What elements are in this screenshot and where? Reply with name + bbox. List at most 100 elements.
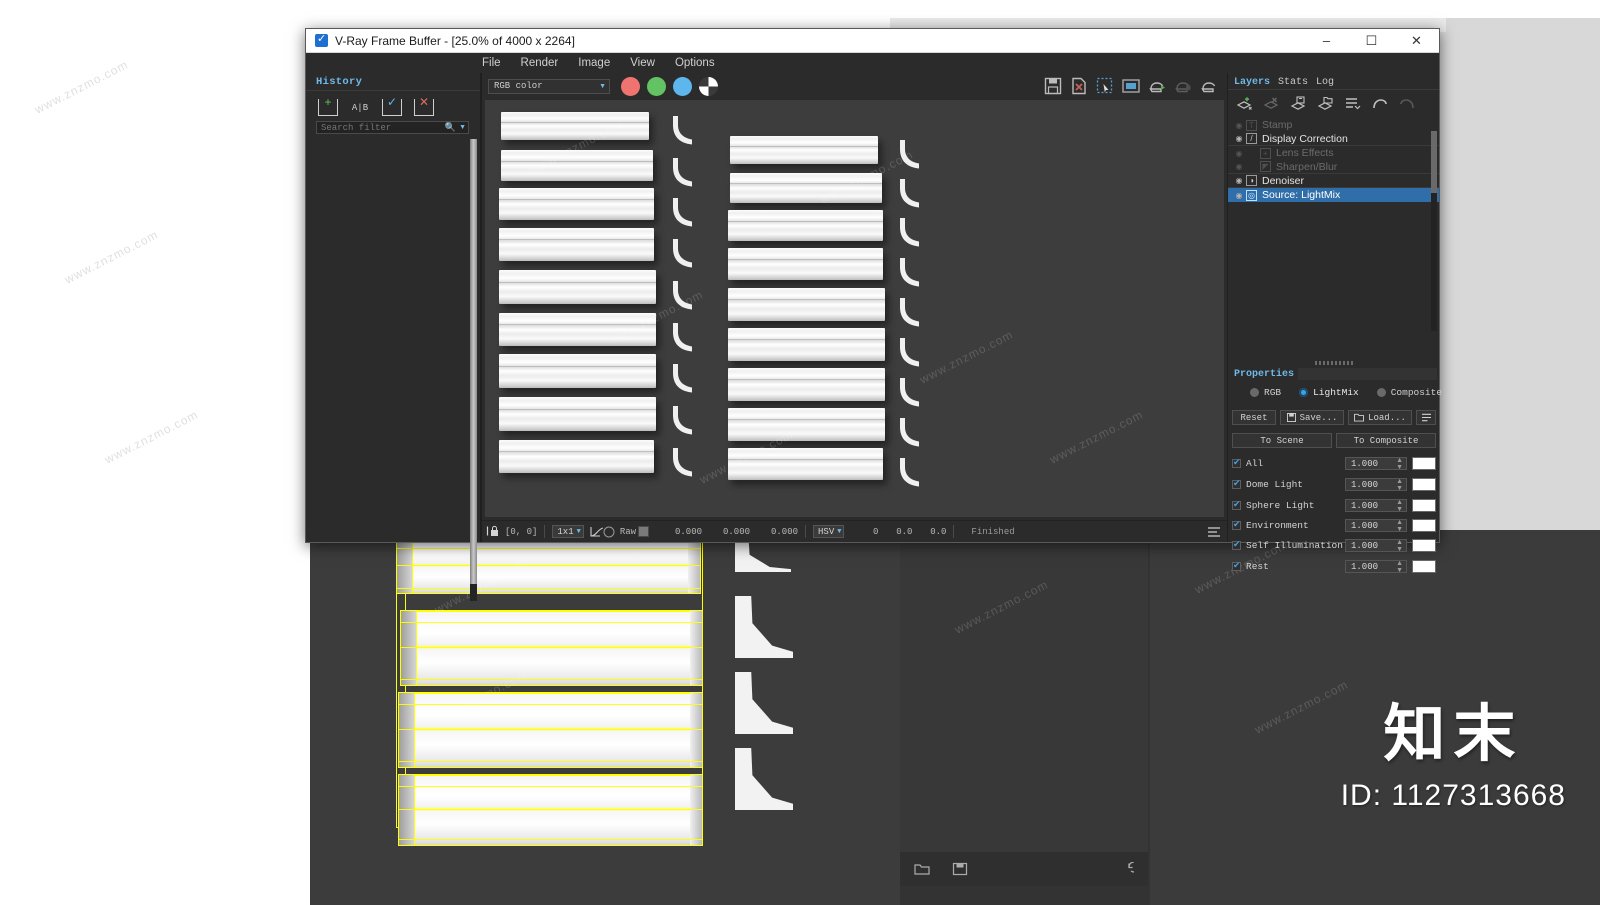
menu-item-file[interactable]: File [482, 57, 501, 69]
layer-list-icon[interactable] [1344, 96, 1362, 112]
layer-toolbar[interactable] [1228, 90, 1439, 117]
chevron-down-icon[interactable]: ▼ [599, 83, 606, 90]
red-channel-toggle[interactable] [621, 76, 640, 96]
menu-item-view[interactable]: View [630, 57, 655, 69]
reset-button[interactable]: Reset [1232, 410, 1276, 425]
blue-channel-toggle[interactable] [673, 76, 692, 96]
image-area[interactable]: RGB color ▼ [0, 0] 1x1 ▼ Raw 0.000 0.000… [481, 73, 1227, 542]
channel-select[interactable]: RGB color ▼ [488, 78, 610, 94]
lightmix-multiplier[interactable]: 1.000 ▲ ▼ [1345, 560, 1407, 574]
history-scrollbar[interactable] [470, 139, 477, 601]
molding-object[interactable] [398, 692, 703, 768]
reset-icon[interactable] [1118, 862, 1134, 876]
layer-row-stamp[interactable]: ◉ T Stamp [1228, 118, 1439, 132]
window-titlebar[interactable]: V-Ray Frame Buffer - [25.0% of 4000 x 22… [306, 29, 1439, 53]
lightmix-row-rest[interactable]: Rest 1.000 ▲▼ [1232, 559, 1436, 574]
radio-composite[interactable]: Composite [1376, 387, 1442, 398]
layer-row-denoiser[interactable]: ◉ ◑ Denoiser [1228, 174, 1439, 188]
layer-list[interactable]: ◉ T Stamp ◉ / Display Correction ◉ + Len… [1228, 118, 1439, 202]
add-layer-icon[interactable] [1236, 96, 1254, 112]
chevron-down-icon[interactable]: ▼ [459, 124, 466, 131]
to-composite-button[interactable]: To Composite [1336, 433, 1436, 448]
search-filter-input[interactable]: 🔍 ▼ [316, 121, 469, 134]
transfer-button-row[interactable]: To Scene To Composite [1232, 433, 1436, 448]
search-input[interactable] [321, 122, 443, 133]
lightmix-multiplier[interactable]: 1.000 ▲ ▼ [1345, 539, 1407, 553]
render-last-icon[interactable] [1199, 76, 1219, 96]
menu-item-render[interactable]: Render [521, 57, 559, 69]
lightmix-checkbox[interactable] [1232, 478, 1241, 489]
maximize-button[interactable]: ☐ [1349, 29, 1394, 53]
radio-rgb[interactable]: RGB [1250, 387, 1281, 398]
list-options-icon[interactable] [1207, 526, 1221, 538]
tab-layers[interactable]: Layers [1234, 77, 1270, 89]
clear-image-icon[interactable] [1069, 76, 1089, 96]
visibility-toggle-icon[interactable]: ◉ [1232, 134, 1246, 143]
close-button[interactable]: ✕ [1394, 29, 1439, 53]
layer-row-display-correction[interactable]: ◉ / Display Correction [1228, 132, 1439, 146]
save-button[interactable]: Save... [1280, 410, 1344, 425]
fit-to-window-icon[interactable] [1121, 76, 1141, 96]
history-toolbar[interactable]: + A|B ✓ ✕ [306, 91, 480, 116]
lightmix-color-swatch[interactable] [1412, 457, 1436, 470]
menu-item-image[interactable]: Image [578, 57, 610, 69]
lightmix-row-self-illumination[interactable]: Self Illumination 1.000 ▲▼ [1232, 538, 1436, 553]
image-toolbar[interactable]: RGB color ▼ [482, 73, 1227, 99]
sample-size-select[interactable]: 1x1 ▼ [552, 525, 584, 538]
delete-history-icon[interactable]: ✕ [414, 96, 434, 116]
lightmix-color-swatch[interactable] [1412, 478, 1436, 491]
region-render-icon[interactable] [1095, 76, 1115, 96]
lightmix-checkbox[interactable] [1232, 539, 1241, 550]
lightmix-color-swatch[interactable] [1412, 499, 1436, 512]
chevron-down-icon[interactable]: ▼ [837, 528, 841, 536]
delete-layer-icon[interactable] [1263, 96, 1281, 112]
duplicate-layer-icon[interactable] [1290, 96, 1308, 112]
selected-moldings-group[interactable] [396, 536, 706, 846]
color-mode-select[interactable]: HSV ▼ [813, 525, 845, 538]
menu-bar[interactable]: File Render Image View Options [306, 53, 1439, 73]
load-button[interactable]: Load... [1348, 410, 1412, 425]
render-canvas[interactable]: www.znzmo.com www.znzmo.com www.znzmo.co… [485, 100, 1224, 517]
visibility-toggle-icon[interactable]: ◉ [1232, 162, 1246, 171]
start-render-icon[interactable] [1147, 76, 1167, 96]
save-image-icon[interactable] [1043, 76, 1063, 96]
lightmix-row-sphere-light[interactable]: Sphere Light 1.000 ▲▼ [1232, 498, 1436, 513]
layers-panel[interactable]: Layers Stats Log ◉ T Stamp ◉ / Display C… [1227, 73, 1442, 574]
add-history-icon[interactable]: + [318, 96, 338, 116]
right-panel-tabs[interactable]: Layers Stats Log [1228, 73, 1439, 90]
visibility-toggle-icon[interactable]: ◉ [1232, 176, 1246, 185]
save-file-icon[interactable] [952, 862, 968, 876]
history-scrollbar-thumb[interactable] [470, 139, 477, 584]
radio-lightmix[interactable]: LightMix [1299, 387, 1359, 398]
compare-history-icon[interactable]: A|B [350, 99, 370, 116]
open-file-icon[interactable] [914, 862, 930, 876]
load-layer-icon[interactable] [1317, 96, 1335, 112]
background-bottom-toolbar[interactable] [900, 852, 1148, 886]
properties-button-row[interactable]: Reset Save... Load... [1232, 410, 1436, 425]
minimize-button[interactable]: – [1304, 29, 1349, 53]
viewport-right[interactable] [1150, 530, 1600, 905]
lightmix-checkbox[interactable] [1232, 457, 1241, 468]
lightmix-color-swatch[interactable] [1412, 519, 1436, 532]
molding-object[interactable] [398, 774, 703, 846]
properties-mode-radios[interactable]: RGB LightMix Composite [1228, 387, 1442, 398]
lightmix-checkbox[interactable] [1232, 560, 1241, 571]
to-scene-button[interactable]: To Scene [1232, 433, 1332, 448]
lightmix-color-swatch[interactable] [1412, 560, 1436, 573]
pixel-lock-icon[interactable] [486, 525, 500, 538]
alpha-channel-toggle[interactable] [699, 76, 718, 96]
panel-resize-grip[interactable] [1314, 361, 1353, 365]
lightmix-multiplier[interactable]: 1.000 ▲ ▼ [1345, 519, 1407, 533]
layers-scrollbar-thumb[interactable] [1431, 131, 1437, 193]
accept-history-icon[interactable]: ✓ [382, 96, 402, 116]
vray-frame-buffer-window[interactable]: V-Ray Frame Buffer - [25.0% of 4000 x 22… [305, 28, 1442, 601]
lightmix-row-dome-light[interactable]: Dome Light 1.000 ▲▼ [1232, 477, 1436, 492]
tab-stats[interactable]: Stats [1278, 77, 1308, 89]
redo-icon[interactable] [1398, 96, 1416, 112]
molding-object[interactable] [396, 538, 701, 594]
tab-log[interactable]: Log [1316, 77, 1334, 89]
visibility-toggle-icon[interactable]: ◉ [1232, 149, 1246, 158]
history-tab-row[interactable]: History [306, 73, 480, 91]
tab-history[interactable]: History [314, 76, 367, 90]
properties-menu-button[interactable] [1416, 410, 1436, 425]
